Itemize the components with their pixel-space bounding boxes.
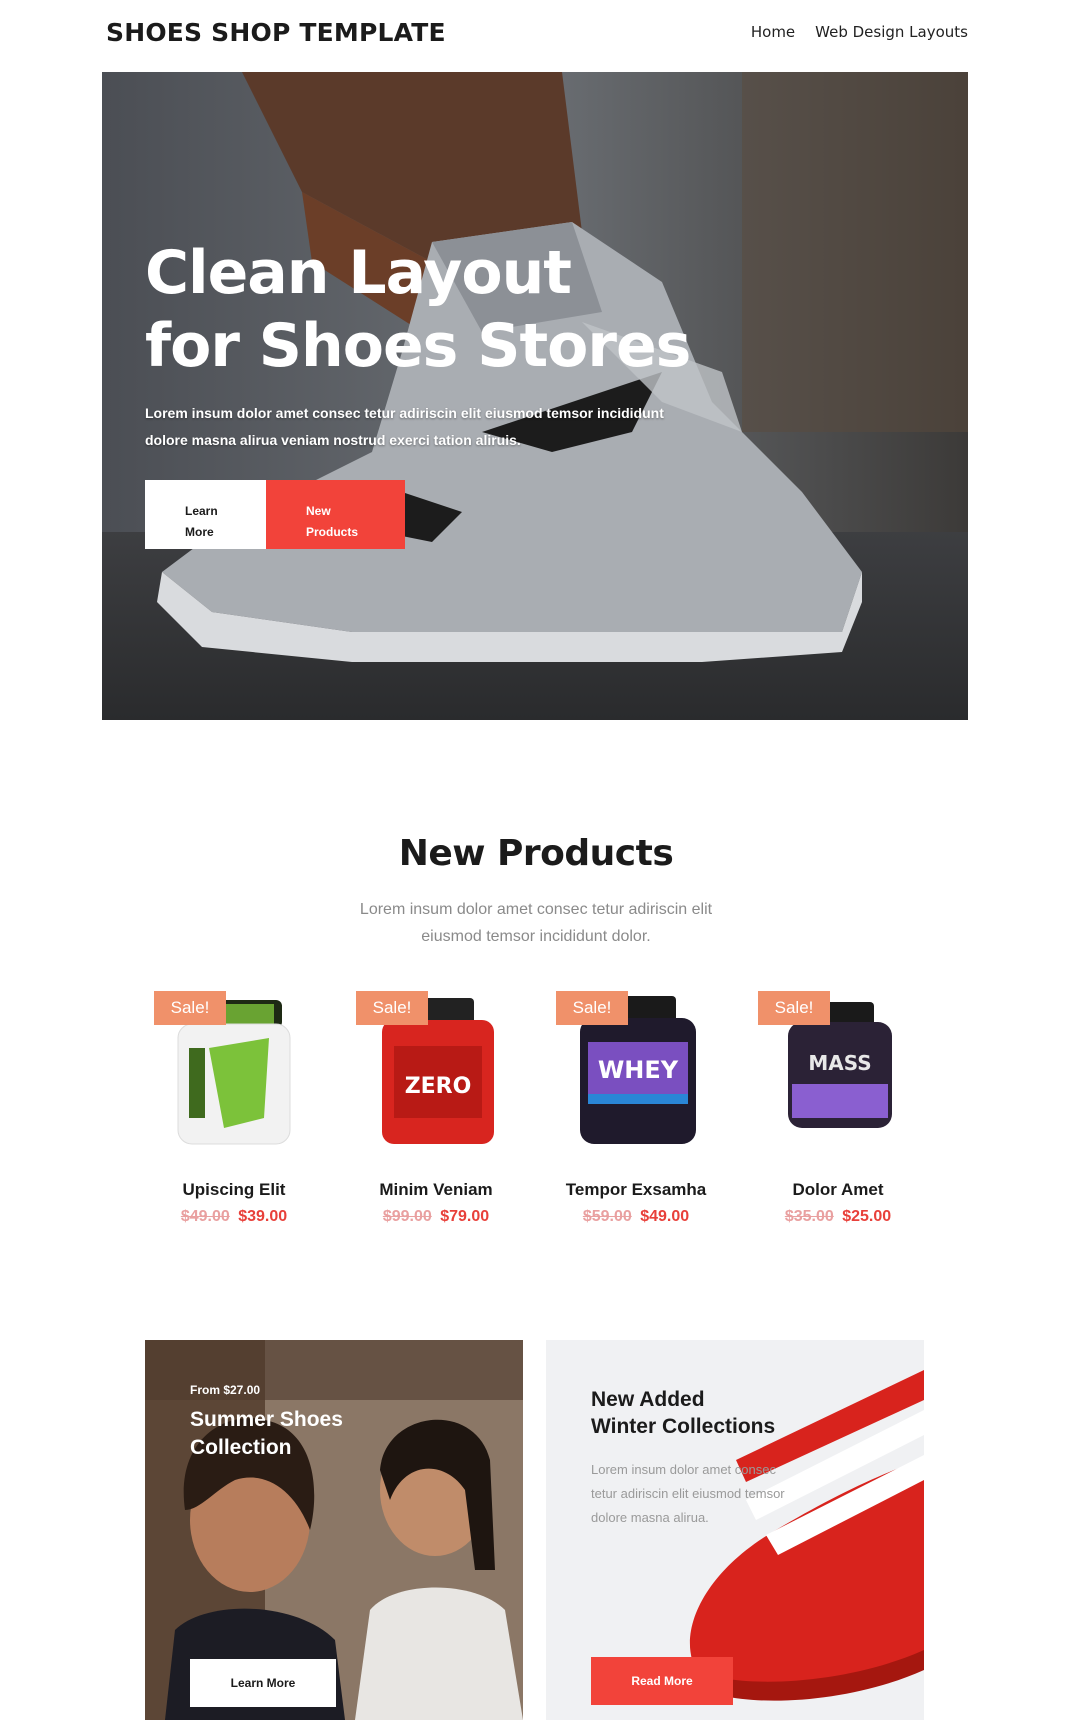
new-products-label-2: Products xyxy=(306,524,359,539)
promo-card-winter: New Added Winter Collections Lorem insum… xyxy=(546,1340,924,1720)
promo-winter-title: New Added Winter Collections xyxy=(591,1386,851,1440)
promo-winter-title-1: New Added xyxy=(591,1388,705,1411)
main-nav: Home Web Design Layouts xyxy=(751,23,968,41)
product-price: $59.00 $49.00 xyxy=(536,1208,736,1226)
product-grid: Sale! Upiscing Elit $49.00 $39.00 ZERO S… xyxy=(134,988,938,1238)
sale-badge: Sale! xyxy=(356,991,428,1025)
sale-price: $49.00 xyxy=(640,1208,690,1225)
sale-badge: Sale! xyxy=(154,991,226,1025)
promo-summer-title-1: Summer Shoes xyxy=(190,1408,343,1431)
promo-winter-text: Lorem insum dolor amet consec tetur adir… xyxy=(591,1462,785,1525)
hero-sneaker-image xyxy=(102,72,968,720)
old-price: $59.00 xyxy=(582,1208,632,1225)
product-card[interactable]: MASS Sale! Dolor Amet $35.00 $25.00 xyxy=(738,988,938,1238)
new-products-title: New Products xyxy=(398,833,674,874)
product-price: $49.00 $39.00 xyxy=(134,1208,334,1226)
site-header: SHOES SHOP TEMPLATE Home Web Design Layo… xyxy=(102,0,968,72)
sale-price: $79.00 xyxy=(440,1208,490,1225)
product-name[interactable]: Upiscing Elit xyxy=(134,1180,334,1200)
new-products-subtitle: Lorem insum dolor amet consec tetur adir… xyxy=(359,901,713,945)
hero-title-line-1: Clean Layout xyxy=(145,238,572,308)
old-price: $35.00 xyxy=(784,1208,834,1225)
product-card[interactable]: ZERO Sale! Minim Veniam $99.00 $79.00 xyxy=(336,988,536,1238)
product-name[interactable]: Dolor Amet xyxy=(738,1180,938,1200)
hero-buttons: Learn More New Products xyxy=(145,480,405,549)
learn-more-button[interactable]: Learn More xyxy=(145,480,266,549)
hero-title: Clean Layout for Shoes Stores xyxy=(145,237,765,383)
new-products-button[interactable]: New Products xyxy=(266,480,405,549)
promo-winter-title-2: Winter Collections xyxy=(591,1415,776,1438)
sale-badge: Sale! xyxy=(758,991,830,1025)
promo-summer-title-2: Collection xyxy=(190,1436,292,1459)
promo-read-more-button[interactable]: Read More xyxy=(591,1657,733,1705)
product-name[interactable]: Minim Veniam xyxy=(336,1180,536,1200)
learn-more-label-1: Learn xyxy=(185,503,218,518)
product-card[interactable]: WHEY Sale! Tempor Exsamha $59.00 $49.00 xyxy=(536,988,736,1238)
nav-home[interactable]: Home xyxy=(751,23,795,41)
hero-title-line-2: for Shoes Stores xyxy=(145,311,691,381)
brand-logo[interactable]: SHOES SHOP TEMPLATE xyxy=(106,18,446,47)
learn-more-label-2: More xyxy=(185,524,214,539)
product-price: $35.00 $25.00 xyxy=(738,1208,938,1226)
svg-text:ZERO: ZERO xyxy=(405,1074,472,1099)
hero-banner: Clean Layout for Shoes Stores Lorem insu… xyxy=(102,72,968,720)
sale-price: $39.00 xyxy=(238,1208,288,1225)
hero-description: Lorem insum dolor amet consec tetur adir… xyxy=(145,405,664,448)
svg-text:MASS: MASS xyxy=(808,1051,871,1075)
product-price: $99.00 $79.00 xyxy=(336,1208,536,1226)
promo-summer-title: Summer Shoes Collection xyxy=(190,1406,410,1462)
promo-card-summer: From $27.00 Summer Shoes Collection Lear… xyxy=(145,1340,523,1720)
product-card[interactable]: Sale! Upiscing Elit $49.00 $39.00 xyxy=(134,988,334,1238)
old-price: $99.00 xyxy=(382,1208,432,1225)
svg-text:WHEY: WHEY xyxy=(598,1056,679,1084)
promo-learn-more-button[interactable]: Learn More xyxy=(190,1659,336,1707)
new-products-label-1: New xyxy=(306,503,331,518)
nav-web-design-layouts[interactable]: Web Design Layouts xyxy=(815,23,968,41)
old-price: $49.00 xyxy=(180,1208,230,1225)
sale-badge: Sale! xyxy=(556,991,628,1025)
promo-price-from: From $27.00 xyxy=(190,1383,261,1397)
product-name[interactable]: Tempor Exsamha xyxy=(536,1180,736,1200)
sale-price: $25.00 xyxy=(842,1208,892,1225)
